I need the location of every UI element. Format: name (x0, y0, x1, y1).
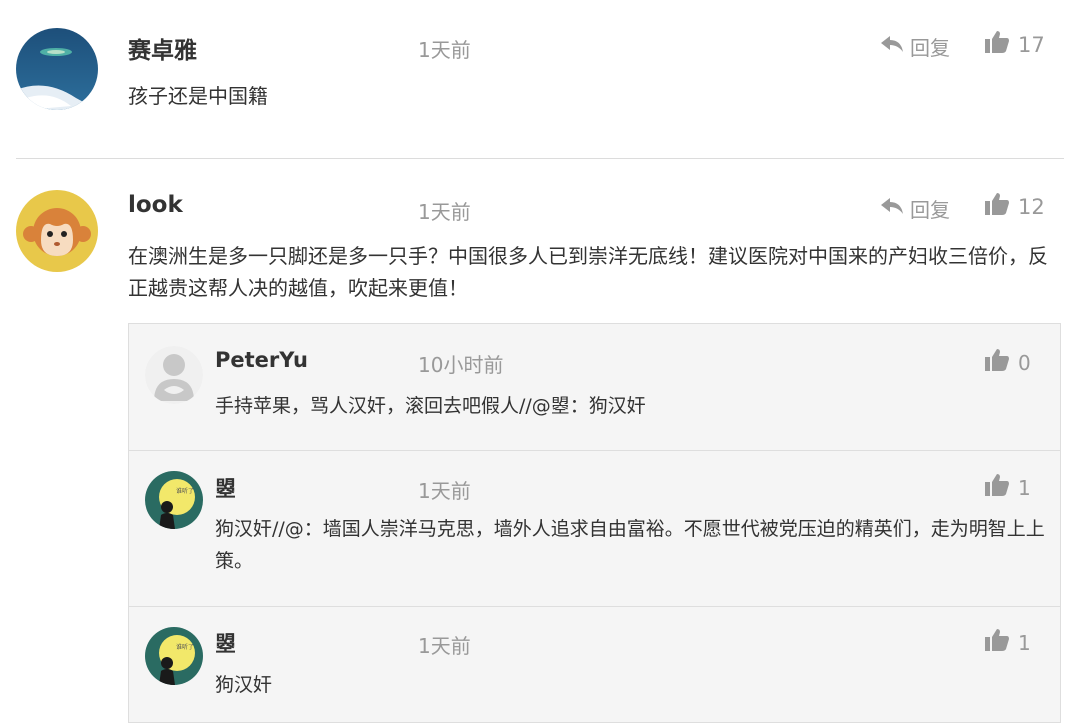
like-count: 12 (1018, 194, 1045, 219)
comment-text: 在澳洲生是多一只脚还是多一只手？中国很多人已到崇洋无底线！建议医院对中国来的产妇… (128, 244, 1048, 300)
reply-author[interactable]: 曌 (215, 473, 236, 503)
avatar[interactable]: 谁听了 (145, 627, 203, 685)
like-count: 0 (1018, 350, 1031, 375)
like-count: 17 (1018, 32, 1045, 57)
like-count: 1 (1018, 475, 1031, 500)
thumbs-up-icon (984, 628, 1010, 657)
comment-time: 1天前 (418, 38, 471, 62)
reply-button[interactable]: 回复 (880, 194, 950, 223)
reply-item: 谁听了 曌 1天前 1 狗汉奸 (129, 607, 1060, 724)
avatar[interactable] (16, 28, 98, 110)
thumbs-up-icon (984, 473, 1010, 502)
like-button[interactable]: 17 (984, 30, 1045, 59)
nested-replies: PeterYu 10小时前 0 手持苹果，骂人汉奸，滚回去吧假人//@曌：狗汉奸… (128, 323, 1061, 723)
reply-text: 手持苹果，骂人汉奸，滚回去吧假人//@曌：狗汉奸 (215, 395, 646, 417)
avatar-caption: 谁听了 (176, 487, 194, 495)
reply-arrow-icon (880, 196, 904, 221)
reply-time: 10小时前 (418, 353, 504, 377)
comment-author[interactable]: 赛卓雅 (128, 31, 197, 65)
reply-time: 1天前 (418, 479, 471, 503)
avatar[interactable] (16, 190, 98, 272)
reply-author[interactable]: PeterYu (215, 348, 308, 372)
avatar[interactable] (145, 346, 203, 404)
thumbs-up-icon (984, 192, 1010, 221)
like-button[interactable]: 1 (984, 628, 1031, 657)
divider (16, 158, 1064, 159)
thumbs-up-icon (984, 30, 1010, 59)
avatar-caption: 谁听了 (176, 643, 194, 651)
comment-time: 1天前 (418, 200, 471, 224)
reply-item: PeterYu 10小时前 0 手持苹果，骂人汉奸，滚回去吧假人//@曌：狗汉奸 (129, 324, 1060, 450)
comment-item: look 1天前 回复 12 在澳洲生是多一只脚还是多一只手？中国很多人已到崇洋… (0, 160, 1080, 320)
reply-text: 狗汉奸 (215, 674, 273, 696)
thumbs-up-icon (984, 348, 1010, 377)
like-button[interactable]: 1 (984, 473, 1031, 502)
reply-label: 回复 (910, 36, 950, 60)
reply-arrow-icon (880, 34, 904, 59)
reply-button[interactable]: 回复 (880, 32, 950, 61)
like-button[interactable]: 0 (984, 348, 1031, 377)
like-button[interactable]: 12 (984, 192, 1045, 221)
reply-label: 回复 (910, 198, 950, 222)
reply-time: 1天前 (418, 634, 471, 658)
comment-text: 孩子还是中国籍 (128, 84, 268, 108)
reply-item: 谁听了 曌 1天前 1 狗汉奸//@：墙国人崇洋马克思，墙外人追求自由富裕。不愿… (129, 451, 1060, 606)
comment-item: 赛卓雅 1天前 回复 17 孩子还是中国籍 (0, 0, 1080, 158)
reply-author[interactable]: 曌 (215, 628, 236, 658)
reply-text: 狗汉奸//@：墙国人崇洋马克思，墙外人追求自由富裕。不愿世代被党压迫的精英们，走… (215, 518, 1045, 572)
comment-author[interactable]: look (128, 192, 183, 218)
like-count: 1 (1018, 630, 1031, 655)
avatar[interactable]: 谁听了 (145, 471, 203, 529)
